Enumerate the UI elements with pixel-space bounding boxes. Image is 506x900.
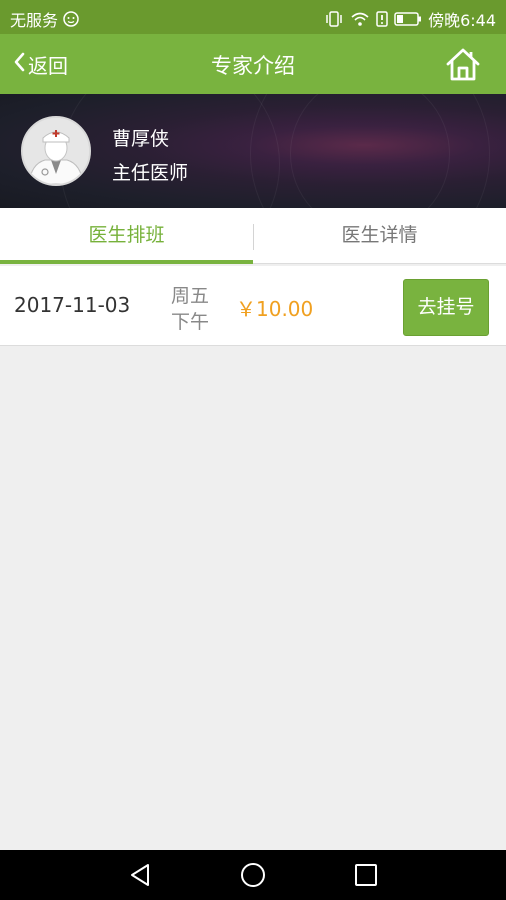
vibrate-icon (324, 10, 344, 28)
schedule-price: ￥10.00 (236, 297, 314, 321)
battery-icon (394, 11, 422, 27)
circle-home-icon (241, 863, 265, 887)
tab-details[interactable]: 医生详情 (253, 208, 506, 264)
schedule-date: 2017-11-03 (14, 293, 131, 317)
register-button[interactable]: 去挂号 (403, 279, 489, 336)
doctor-title: 主任医师 (112, 162, 189, 184)
schedule-weekday: 周五 (170, 285, 209, 307)
background-ring (60, 94, 280, 208)
schedule-time: 周五 下午 (164, 283, 216, 335)
wifi-icon (350, 10, 370, 28)
doctor-name: 曹厚侠 (112, 128, 170, 150)
system-back-button[interactable] (126, 861, 154, 889)
schedule-row: 2017-11-03 周五 下午 ￥10.00 去挂号 (0, 266, 506, 346)
background-ring (290, 94, 450, 208)
doctor-profile-header: 曹厚侠 主任医师 (0, 94, 506, 208)
alert-icon (376, 10, 388, 28)
schedule-period: 下午 (170, 311, 209, 333)
system-home-button[interactable] (239, 861, 267, 889)
system-nav-bar (0, 850, 506, 900)
status-right: 傍晚6:44 (324, 7, 496, 31)
tab-schedule[interactable]: 医生排班 (0, 208, 253, 264)
home-icon (446, 48, 480, 81)
nav-bar: 返回 专家介绍 (0, 34, 506, 94)
active-tab-indicator (0, 260, 253, 264)
page-title: 专家介绍 (211, 54, 295, 78)
status-bar: 无服务 傍晚6:44 (0, 0, 506, 34)
notification-icon (62, 10, 80, 28)
square-recent-icon (355, 864, 377, 886)
tab-bar: 医生排班 医生详情 (0, 208, 506, 264)
doctor-avatar (21, 116, 91, 186)
system-recent-button[interactable] (352, 861, 380, 889)
status-left: 无服务 (10, 7, 80, 31)
clock-text: 傍晚6:44 (428, 11, 496, 30)
carrier-text: 无服务 (10, 11, 59, 30)
home-button[interactable] (444, 46, 482, 82)
triangle-back-icon (131, 864, 149, 886)
